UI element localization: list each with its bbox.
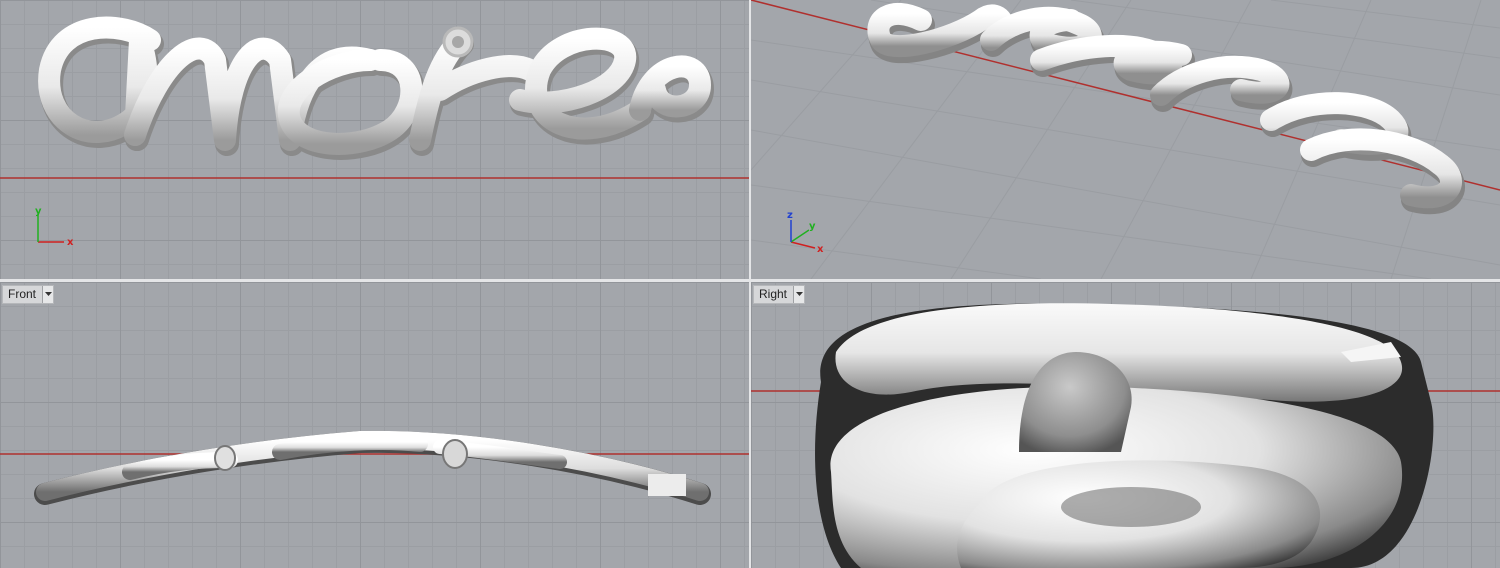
front-view-scene	[0, 430, 749, 505]
axis-z-label: z	[787, 210, 793, 221]
axis-x-label: x	[67, 237, 74, 248]
axis-x-label: x	[817, 244, 824, 255]
viewport-layout: x y x y z Front Right	[0, 0, 1500, 568]
amore-model-front	[34, 430, 711, 505]
amore-model-right	[815, 303, 1434, 568]
viewport-title: Front	[8, 287, 37, 301]
amore-model-perspective	[867, 3, 1465, 215]
top-view-scene: x y	[0, 16, 749, 248]
triangle-down-icon[interactable]	[42, 286, 54, 303]
perspective-view-scene: x y z	[751, 0, 1500, 279]
viewport-label-right[interactable]: Right	[753, 285, 806, 304]
viewport-front[interactable]: Front	[0, 282, 749, 568]
axis-gizmo-icon: x y	[35, 206, 74, 248]
viewport-right[interactable]: Right	[751, 282, 1500, 568]
viewport-label-front[interactable]: Front	[2, 285, 55, 304]
amore-model-top	[38, 16, 714, 160]
x-axis-line	[751, 0, 1500, 191]
viewport-perspective[interactable]: x y z	[751, 0, 1500, 279]
viewport-title: Right	[759, 287, 788, 301]
right-view-scene	[751, 303, 1500, 568]
axis-y-label: y	[35, 206, 42, 217]
triangle-down-icon[interactable]	[793, 286, 805, 303]
viewport-top[interactable]: x y	[0, 0, 749, 279]
axis-y-label: y	[809, 221, 816, 232]
axis-gizmo-icon: x y z	[787, 210, 824, 255]
